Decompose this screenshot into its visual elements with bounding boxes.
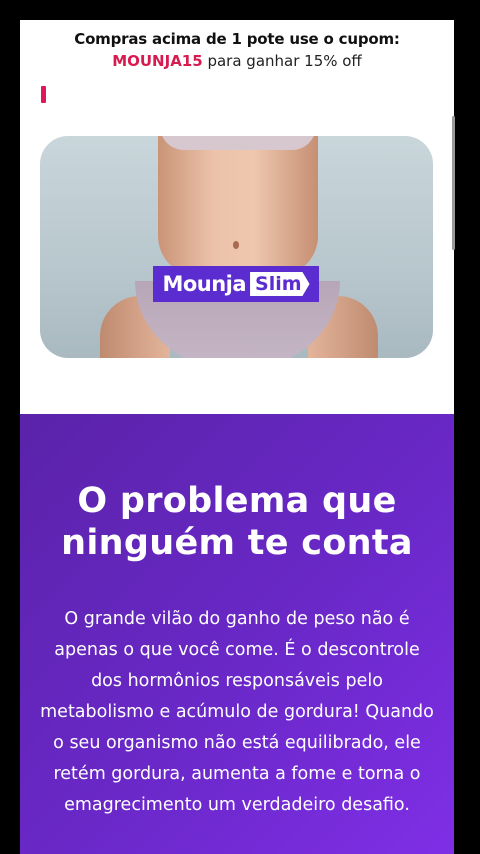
promo-banner-offer-text: para ganhar 15% off [202, 52, 362, 70]
coupon-code: MOUNJA15 [112, 52, 203, 70]
problem-section-body: O grande vilão do ganho de peso não é ap… [40, 609, 434, 815]
problem-section-title: O problema que ninguém te conta [20, 480, 454, 564]
hero-photo-torso [158, 136, 318, 276]
brand-logo-sub: Slim [250, 272, 310, 296]
problem-section: O problema que ninguém te conta O grande… [20, 414, 454, 854]
hero-photo-navel [233, 241, 239, 249]
accent-marker [41, 86, 46, 103]
brand-logo-badge: Mounja Slim [153, 266, 319, 302]
page-viewport: Compras acima de 1 pote use o cupom: MOU… [20, 20, 454, 854]
problem-title-line1: O problema que [77, 481, 397, 521]
scrollbar[interactable] [452, 116, 455, 250]
product-hero-image: Mounja Slim [40, 136, 433, 358]
promo-banner-headline: Compras acima de 1 pote use o cupom: [74, 30, 400, 48]
promo-banner: Compras acima de 1 pote use o cupom: MOU… [20, 20, 454, 80]
promo-banner-offer: MOUNJA15 para ganhar 15% off [20, 52, 454, 70]
brand-logo-name: Mounja [162, 272, 247, 296]
problem-title-line2: ninguém te conta [61, 523, 413, 563]
hero-photo-top [160, 136, 316, 150]
